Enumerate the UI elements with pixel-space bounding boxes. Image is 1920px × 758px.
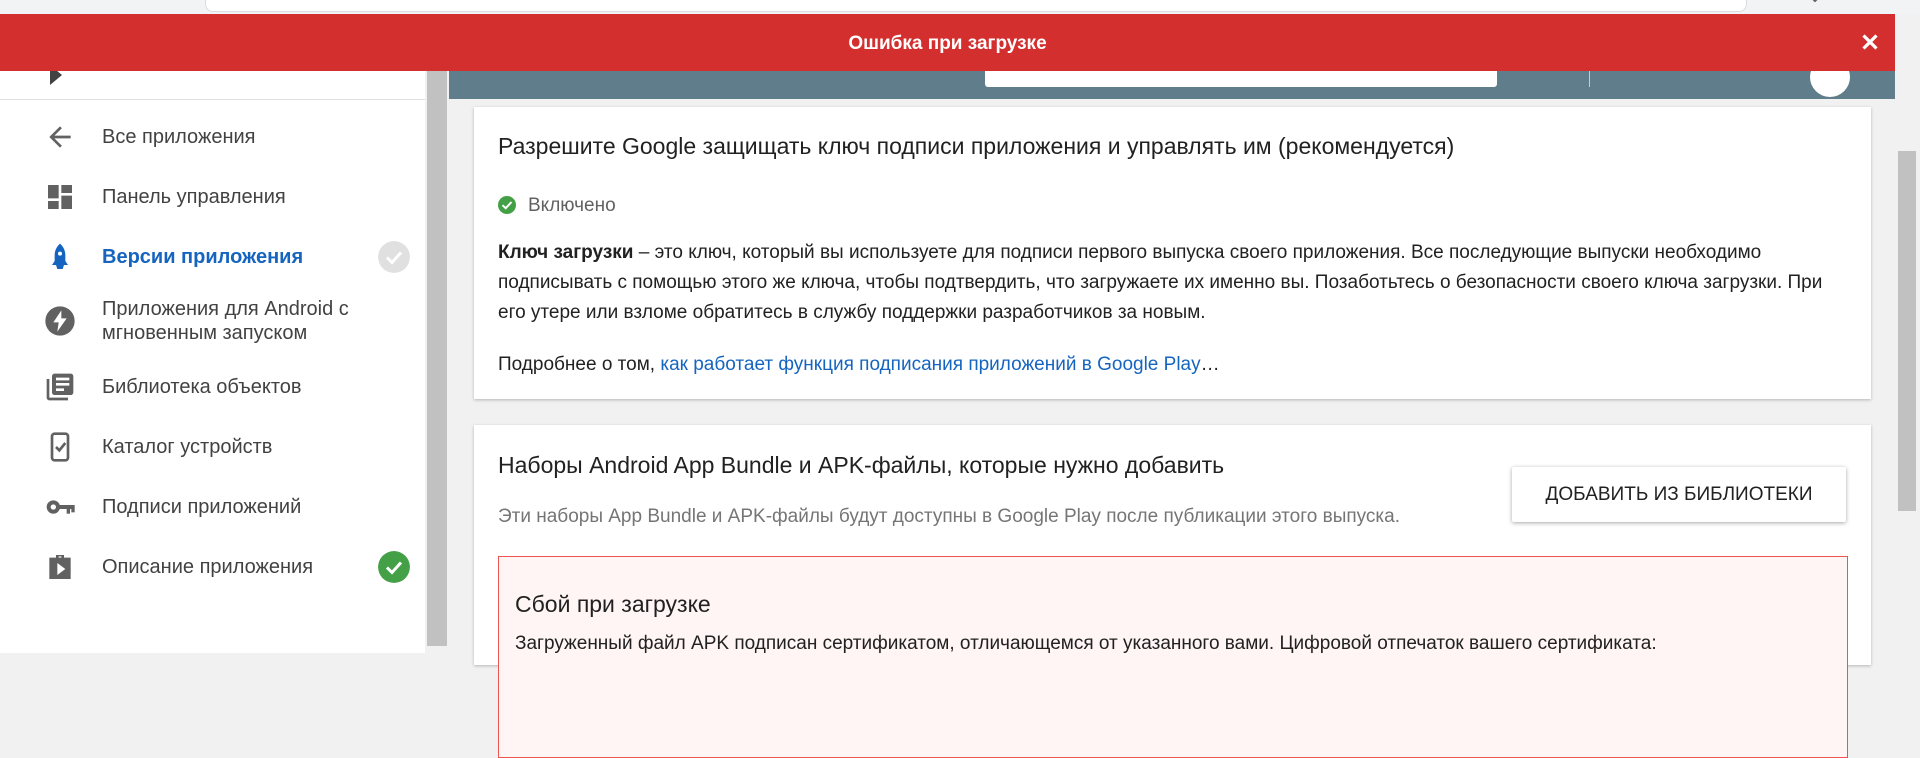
sidebar-item-label: Каталог устройств xyxy=(102,436,273,458)
flash-icon xyxy=(45,306,75,336)
description-text: – это ключ, который вы используете для п… xyxy=(498,242,1823,323)
app-signing-card: Разрешите Google защищать ключ подписи п… xyxy=(474,107,1871,399)
sidebar-item-label: Версии приложения xyxy=(102,246,304,268)
sidebar: Все приложения Панель управления Версии … xyxy=(0,65,425,653)
app-header xyxy=(449,57,1895,99)
sidebar-item-label: Панель управления xyxy=(102,186,286,208)
status-line: Включено xyxy=(498,195,616,217)
search-divider xyxy=(1589,71,1590,87)
arrow-back-icon xyxy=(49,126,71,148)
learn-more-line: Подробнее о том, как работает функция по… xyxy=(498,354,1220,376)
learn-more-prefix: Подробнее о том, xyxy=(498,354,661,375)
sidebar-item-label: Все приложения xyxy=(102,126,256,148)
failure-title: Сбой при загрузке xyxy=(515,591,711,617)
card-subtitle: Эти наборы App Bundle и APK-файлы будут … xyxy=(498,506,1400,527)
sidebar-divider xyxy=(0,99,425,100)
page-scrollbar-thumb[interactable] xyxy=(1898,151,1916,511)
sidebar-item-store-listing[interactable]: Описание приложения xyxy=(0,537,425,585)
sidebar-item-all-apps[interactable]: Все приложения xyxy=(0,107,425,167)
shopping-bag-icon xyxy=(49,555,71,579)
error-message: Ошибка при загрузке xyxy=(848,33,1047,54)
dashboard-icon xyxy=(48,185,72,209)
address-bar[interactable] xyxy=(205,0,1747,12)
sidebar-item-dashboard[interactable]: Панель управления xyxy=(0,167,425,227)
error-banner: Ошибка при загрузке xyxy=(0,14,1895,71)
sidebar-scrollbar[interactable] xyxy=(425,71,449,653)
sidebar-item-label: Описание приложения xyxy=(102,556,314,578)
device-check-icon xyxy=(50,432,70,462)
sidebar-scrollbar-thumb[interactable] xyxy=(427,71,447,646)
sidebar-item-label-line1: Приложения для Android с xyxy=(102,298,349,320)
sidebar-item-label-line2: мгновенным запуском xyxy=(102,322,308,344)
page-scrollbar[interactable] xyxy=(1895,14,1920,653)
sidebar-item-library[interactable]: Библиотека объектов xyxy=(0,357,425,417)
add-from-library-button[interactable]: ДОБАВИТЬ ИЗ БИБЛИОТЕКИ xyxy=(1512,467,1846,522)
rocket-icon xyxy=(52,243,68,269)
check-circle-icon xyxy=(378,551,410,583)
sidebar-item-device-catalog[interactable]: Каталог устройств xyxy=(0,417,425,477)
browser-toolbar xyxy=(0,0,1920,15)
sidebar-item-app-releases[interactable]: Версии приложения xyxy=(0,227,425,287)
search-input[interactable] xyxy=(985,71,1497,87)
card-title: Наборы Android App Bundle и APK-файлы, к… xyxy=(498,452,1225,478)
close-icon[interactable] xyxy=(1857,29,1883,55)
chevron-down-icon[interactable] xyxy=(1808,0,1822,6)
sidebar-item-label: Библиотека объектов xyxy=(102,376,302,398)
failure-text: Загруженный файл APK подписан сертификат… xyxy=(515,633,1657,654)
key-icon xyxy=(46,500,75,514)
check-circle-icon xyxy=(498,196,516,214)
check-circle-icon xyxy=(378,241,410,273)
upload-failure-box: Сбой при загрузке Загруженный файл APK п… xyxy=(498,556,1848,758)
upload-key-description: Ключ загрузки – это ключ, который вы исп… xyxy=(498,238,1848,328)
sidebar-item-instant-apps[interactable]: Приложения для Android с мгновенным запу… xyxy=(0,287,425,357)
library-icon xyxy=(46,373,74,401)
sidebar-item-label: Подписи приложений xyxy=(102,496,302,518)
learn-more-suffix: … xyxy=(1200,354,1220,375)
bundles-card: Наборы Android App Bundle и APK-файлы, к… xyxy=(474,425,1871,758)
upload-key-term: Ключ загрузки xyxy=(498,242,634,263)
app-signing-help-link[interactable]: как работает функция подписания приложен… xyxy=(660,354,1200,375)
status-text: Включено xyxy=(528,195,616,216)
sidebar-item-app-signing[interactable]: Подписи приложений xyxy=(0,477,425,537)
card-title: Разрешите Google защищать ключ подписи п… xyxy=(498,133,1455,159)
